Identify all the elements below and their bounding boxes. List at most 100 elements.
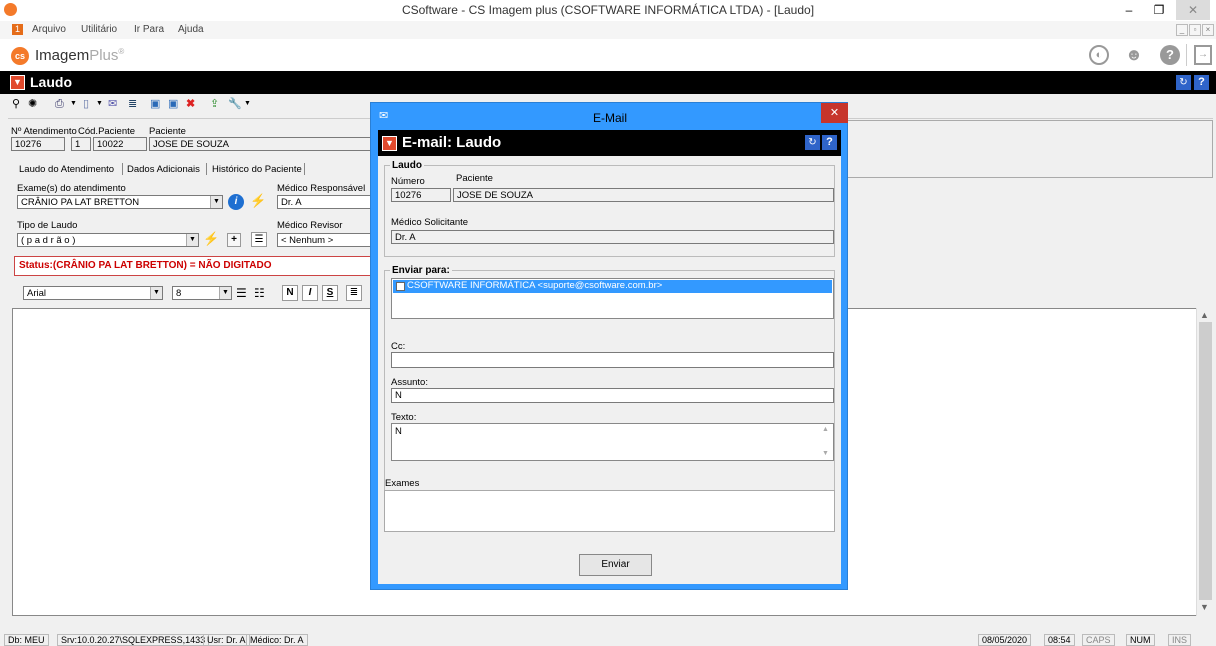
- status-bar: Db: MEU Srv:10.0.20.27\SQLEXPRESS,1433 U…: [0, 632, 1216, 646]
- refresh-icon[interactable]: ↻: [1176, 75, 1191, 90]
- exame-select[interactable]: CRÂNIO PA LAT BRETTON ▼: [17, 195, 223, 209]
- menu-arquivo[interactable]: Arquivo: [32, 24, 66, 35]
- help-icon[interactable]: ?: [1160, 45, 1180, 65]
- tipo-laudo-label: Tipo de Laudo: [17, 220, 78, 231]
- tools-dropdown-icon[interactable]: ▼: [244, 97, 251, 111]
- numbered-list-icon[interactable]: ☷: [254, 286, 265, 300]
- texto-field[interactable]: N ▲ ▼: [391, 423, 834, 461]
- align-icon[interactable]: ≣: [346, 285, 362, 301]
- chevron-down-icon: ▼: [219, 287, 231, 299]
- enviar-para-label: Enviar para:: [390, 265, 452, 276]
- toolbar: ⚲ ✺ ⎙ ▼ ▯ ▼ ✉ ≣ ▣ ▣ ✖ ⇪ 🔧 ▼: [0, 96, 370, 118]
- close-button[interactable]: ✕: [1176, 0, 1210, 20]
- mdi-minimize-button[interactable]: _: [1176, 24, 1188, 36]
- support-icon[interactable]: ☻: [1124, 45, 1144, 65]
- list-icon[interactable]: ☰: [251, 232, 267, 247]
- menu-utilitario[interactable]: Utilitário: [81, 24, 117, 35]
- menu-bar: 1 Arquivo Utilitário Ir Para Ajuda _ ▫ ×: [0, 21, 1216, 39]
- dialog-close-button[interactable]: ✕: [821, 103, 848, 123]
- laudo-bar: ▼ Laudo ↻ ?: [0, 71, 1216, 94]
- document-dropdown-icon[interactable]: ▼: [96, 97, 103, 111]
- scroll-up-icon[interactable]: ▲: [822, 426, 829, 433]
- exames-list[interactable]: [384, 490, 835, 532]
- tab-laudo-atendimento[interactable]: Laudo do Atendimento: [19, 164, 114, 175]
- info-icon[interactable]: i: [228, 194, 244, 210]
- tools-icon[interactable]: 🔧: [228, 97, 242, 111]
- add-button[interactable]: +: [227, 233, 241, 247]
- print-icon[interactable]: ⎙: [55, 97, 64, 111]
- recipient-list[interactable]: CSOFTWARE INFORMÁTICA <suporte@csoftware…: [391, 278, 834, 319]
- laudo-icon: ▼: [10, 75, 25, 90]
- lightning-icon[interactable]: ⚡: [203, 231, 219, 247]
- assunto-field[interactable]: N: [391, 388, 834, 403]
- laudo-help-button[interactable]: ?: [1194, 75, 1209, 90]
- medico-revisor-field[interactable]: < Nenhum >: [277, 233, 371, 247]
- tab-separator: [304, 163, 305, 175]
- font-select[interactable]: Arial ▼: [23, 286, 163, 300]
- scroll-thumb[interactable]: [1199, 322, 1212, 600]
- mdi-restore-button[interactable]: ▫: [1189, 24, 1201, 36]
- menu-ir-para[interactable]: Ir Para: [134, 24, 164, 35]
- scroll-up-icon[interactable]: ▲: [1200, 310, 1209, 320]
- dialog-paciente-field[interactable]: JOSE DE SOUZA: [453, 188, 834, 202]
- tab-historico-paciente[interactable]: Histórico do Paciente: [212, 164, 302, 175]
- exames-dialog-label: Exames: [385, 478, 420, 489]
- cod-prefix-field[interactable]: 1: [71, 137, 91, 151]
- tipo-laudo-value: ( p a d r ã o ): [21, 235, 76, 246]
- bullet-list-icon[interactable]: ☰: [236, 286, 247, 300]
- paciente-field[interactable]: JOSE DE SOUZA: [149, 137, 371, 151]
- delete-icon[interactable]: ✖: [186, 97, 195, 111]
- status-db: Db: MEU: [4, 634, 49, 646]
- right-panel: [848, 120, 1213, 178]
- scroll-down-icon[interactable]: ▼: [1200, 602, 1209, 612]
- list-icon[interactable]: ≣: [128, 97, 137, 111]
- tab-dados-adicionais[interactable]: Dados Adicionais: [127, 164, 200, 175]
- window-title: CSoftware - CS Imagem plus (CSOFTWARE IN…: [401, 3, 815, 17]
- minimize-button[interactable]: –: [1114, 0, 1144, 20]
- send-button[interactable]: Enviar: [579, 554, 652, 576]
- italic-button[interactable]: I: [302, 285, 318, 301]
- menu-ajuda[interactable]: Ajuda: [178, 24, 204, 35]
- medico-responsavel-field[interactable]: Dr. A: [277, 195, 371, 209]
- editor-scrollbar[interactable]: ▲ ▼: [1196, 308, 1213, 616]
- atendimento-field[interactable]: 10276: [11, 137, 65, 151]
- dialog-help-button[interactable]: ?: [822, 135, 837, 150]
- print-dropdown-icon[interactable]: ▼: [70, 97, 77, 111]
- strike-button[interactable]: S: [322, 285, 338, 301]
- refresh-icon[interactable]: ↻: [805, 135, 820, 150]
- save-all-icon[interactable]: ▣: [168, 97, 178, 111]
- email-icon[interactable]: ✉: [108, 97, 117, 111]
- bold-button[interactable]: N: [282, 285, 298, 301]
- status-usr: Usr: Dr. A: [203, 634, 250, 646]
- settings-icon[interactable]: ✺: [28, 97, 37, 111]
- cod-paciente-field[interactable]: 10022: [93, 137, 147, 151]
- cc-label: Cc:: [391, 341, 406, 352]
- tab-bar: Laudo do Atendimento Dados Adicionais Hi…: [11, 162, 371, 176]
- upload-icon[interactable]: ⇪: [210, 97, 219, 111]
- save-icon[interactable]: ▣: [150, 97, 160, 111]
- cod-paciente-label: Cód.Paciente: [78, 126, 136, 137]
- document-icon[interactable]: ▯: [83, 97, 89, 111]
- brand-name-b: Plus: [89, 47, 119, 64]
- chevron-down-icon: ▼: [150, 287, 162, 299]
- lightning-icon[interactable]: ⚡: [250, 193, 266, 209]
- scroll-down-icon[interactable]: ▼: [822, 450, 829, 457]
- status-text: Status:(CRÂNIO PA LAT BRETTON) = NÃO DIG…: [19, 260, 272, 271]
- globe-icon[interactable]: ◐: [1089, 45, 1109, 65]
- mdi-close-button[interactable]: ×: [1202, 24, 1214, 36]
- numero-label: Número: [391, 176, 425, 187]
- atendimento-label: Nº Atendimento: [11, 126, 77, 137]
- recipient-item[interactable]: CSOFTWARE INFORMÁTICA <suporte@csoftware…: [393, 280, 832, 293]
- medico-solicitante-field[interactable]: Dr. A: [391, 230, 834, 244]
- exit-icon[interactable]: →: [1194, 45, 1212, 65]
- status-medico: Médico: Dr. A: [246, 634, 308, 646]
- recipient-checkbox[interactable]: [396, 282, 405, 291]
- binoculars-icon[interactable]: ⚲: [12, 97, 20, 111]
- medico-revisor-label: Médico Revisor: [277, 220, 343, 231]
- tipo-laudo-select[interactable]: ( p a d r ã o ) ▼: [17, 233, 199, 247]
- exame-value: CRÂNIO PA LAT BRETTON: [21, 197, 140, 208]
- size-select[interactable]: 8 ▼: [172, 286, 232, 300]
- cc-field[interactable]: [391, 352, 834, 368]
- numero-field[interactable]: 10276: [391, 188, 451, 202]
- restore-button[interactable]: ❐: [1144, 0, 1174, 20]
